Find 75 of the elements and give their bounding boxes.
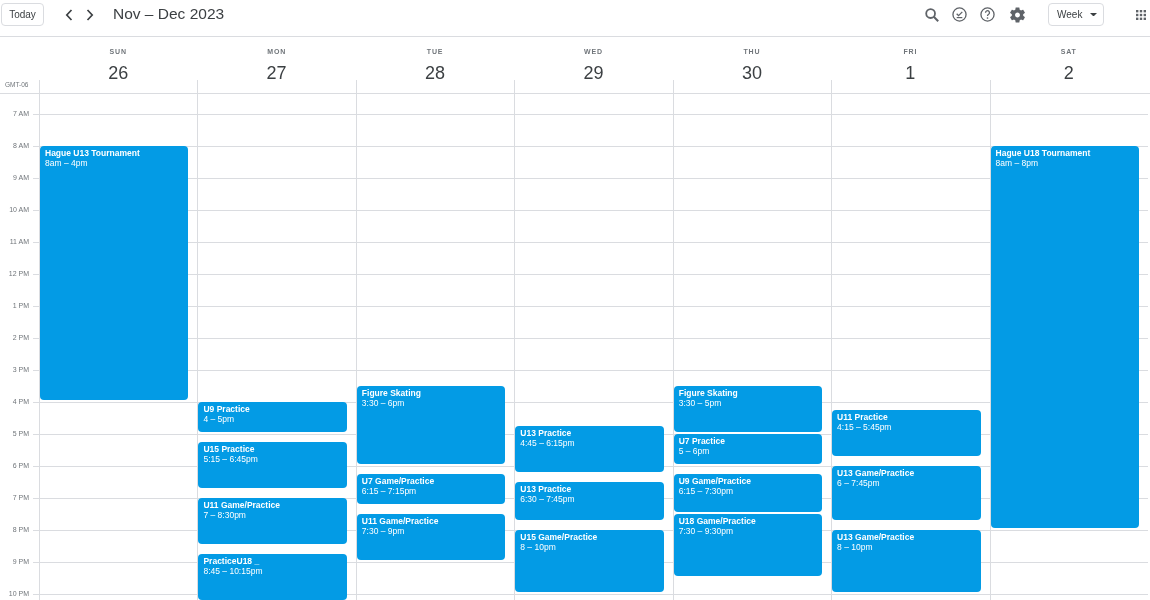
event-time: 8 – 10pm xyxy=(837,542,873,552)
event-title: U13 Practice xyxy=(520,428,572,438)
date-number[interactable]: 1 xyxy=(905,62,916,84)
event-title: Figure Skating xyxy=(361,388,421,398)
date-range-title: Nov – Dec 2023 xyxy=(113,4,225,24)
event-block[interactable]: Figure Skating 3:30 – 6pm xyxy=(356,386,506,464)
view-dropdown[interactable]: Week xyxy=(1048,3,1104,26)
date-number[interactable]: 27 xyxy=(266,62,287,84)
event-time: 4:15 – 5:45pm xyxy=(837,422,892,432)
event-block[interactable]: U15 Game/Practice 8 – 10pm xyxy=(515,530,664,592)
event-time: 7 – 8:30pm xyxy=(203,510,246,520)
event-block[interactable]: Figure Skating 3:30 – 5pm xyxy=(673,386,823,432)
date-number[interactable]: 2 xyxy=(1063,62,1074,84)
event-title: U15 Practice xyxy=(203,444,255,454)
search-icon[interactable] xyxy=(925,7,939,22)
event-time: 5:15 – 6:45pm xyxy=(203,454,258,464)
event-time: 6:15 – 7:15pm xyxy=(361,486,417,496)
event-time: 8 – 10pm xyxy=(520,542,556,552)
event-block[interactable]: U7 Game/Practice 6:15 – 7:15pm xyxy=(356,474,506,504)
event-title: U18 Game/Practice xyxy=(678,516,756,526)
event-block[interactable]: U15 Practice 5:15 – 6:45pm xyxy=(198,442,347,488)
event-title: U9 Game/Practice xyxy=(678,476,751,486)
event-block[interactable]: U11 Practice 4:15 – 5:45pm xyxy=(832,410,981,456)
caret-icon xyxy=(1090,12,1098,17)
event-time: 4:45 – 6:15pm xyxy=(520,438,575,448)
chevron-left-icon[interactable] xyxy=(65,9,73,21)
event-time: 8am – 4pm xyxy=(45,158,88,168)
event-block[interactable]: U7 Practice 5 – 6pm xyxy=(673,434,823,464)
event-block[interactable]: U9 Practice 4 – 5pm xyxy=(198,402,347,432)
event-block[interactable]: U11 Game/Practice 7 – 8:30pm xyxy=(198,498,347,544)
event-title: Hague U13 Tournament xyxy=(45,148,140,158)
event-title: U13 Practice xyxy=(520,484,572,494)
event-title: U9 Practice xyxy=(203,404,250,414)
event-block[interactable]: U13 Practice 4:45 – 6:15pm xyxy=(515,426,664,472)
dot-grid-icon[interactable] xyxy=(1136,9,1146,20)
event-title: U11 Practice xyxy=(837,412,888,422)
event-title: U11 Game/Practice xyxy=(203,500,280,510)
event-time: 6:30 – 7:45pm xyxy=(520,494,575,504)
event-block[interactable]: PracticeU18 _ 8:45 – 10:15pm xyxy=(198,554,347,600)
event-time: 5 – 6pm xyxy=(678,446,710,456)
event-time: 8:45 – 10:15pm xyxy=(203,566,263,576)
event-title: Figure Skating xyxy=(678,388,738,398)
event-time: 3:30 – 6pm xyxy=(361,398,405,408)
event-time: 7:30 – 9pm xyxy=(361,526,405,536)
event-time: 3:30 – 5pm xyxy=(678,398,722,408)
event-title: U15 Game/Practice xyxy=(520,532,598,542)
event-title: U11 Game/Practice xyxy=(361,516,439,526)
date-number[interactable]: 29 xyxy=(583,62,604,84)
event-block[interactable]: U18 Game/Practice 7:30 – 9:30pm xyxy=(673,514,823,576)
event-block[interactable]: Hague U18 Tournament 8am – 8pm xyxy=(990,146,1139,528)
event-block[interactable]: U13 Game/Practice 6 – 7:45pm xyxy=(832,466,981,520)
date-number[interactable]: 26 xyxy=(108,62,129,84)
check-circle-icon[interactable] xyxy=(952,7,967,22)
event-time: 4 – 5pm xyxy=(203,414,235,424)
event-title: Hague U18 Tournament xyxy=(995,148,1091,158)
today-button[interactable]: Today xyxy=(1,3,44,26)
event-time: 6:15 – 7:30pm xyxy=(678,486,734,496)
event-block[interactable]: U13 Game/Practice 8 – 10pm xyxy=(832,530,981,592)
event-block[interactable]: U13 Practice 6:30 – 7:45pm xyxy=(515,482,664,520)
event-time: 8am – 8pm xyxy=(995,158,1039,168)
chevron-right-icon[interactable] xyxy=(86,9,94,21)
event-block[interactable]: U11 Game/Practice 7:30 – 9pm xyxy=(356,514,506,560)
event-title: U7 Practice xyxy=(678,436,725,446)
settings-icon[interactable] xyxy=(1010,6,1025,23)
event-time: 6 – 7:45pm xyxy=(837,478,880,488)
event-title: U7 Game/Practice xyxy=(361,476,435,486)
event-title: PracticeU18 _ xyxy=(203,556,260,566)
event-title: U13 Game/Practice xyxy=(837,468,915,478)
event-time: 7:30 – 9:30pm xyxy=(678,526,734,536)
event-title: U13 Game/Practice xyxy=(837,532,915,542)
date-number[interactable]: 28 xyxy=(425,62,446,84)
event-block[interactable]: Hague U13 Tournament 8am – 4pm xyxy=(40,146,189,400)
date-number[interactable]: 30 xyxy=(741,62,762,84)
help-icon[interactable] xyxy=(980,7,995,22)
event-block[interactable]: U9 Game/Practice 6:15 – 7:30pm xyxy=(673,474,823,512)
